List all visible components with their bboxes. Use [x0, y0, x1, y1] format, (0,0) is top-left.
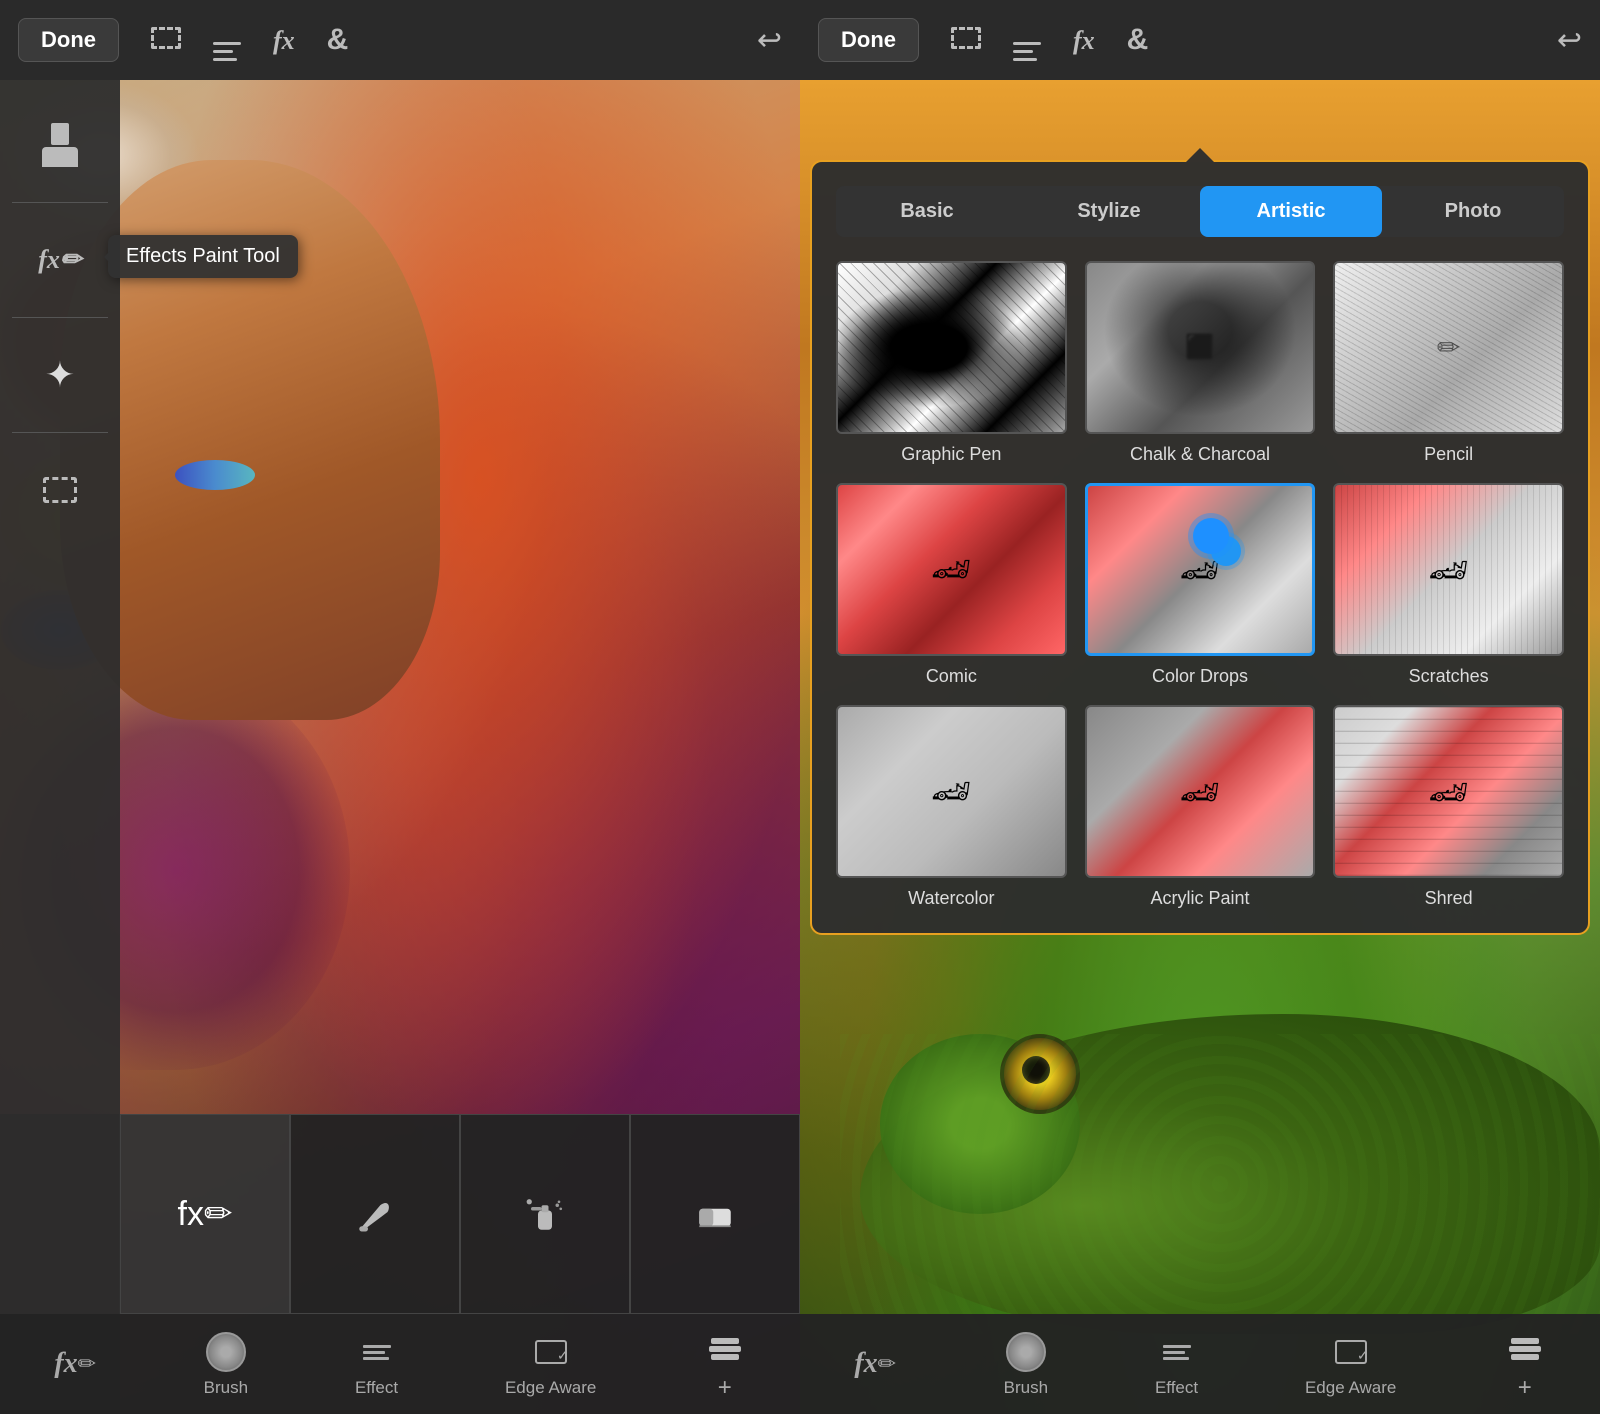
filter-thumb-shred [1333, 705, 1564, 878]
filter-thumb-chalk [1085, 261, 1316, 434]
fx-brush-icon: fx✏ [53, 1342, 97, 1386]
filter-label-scratches: Scratches [1409, 666, 1489, 687]
right-bottom-bar-edge-aware[interactable]: Edge Aware [1305, 1330, 1396, 1398]
tool-cell-spray[interactable] [460, 1114, 630, 1314]
filter-graphic-pen[interactable]: Graphic Pen [836, 261, 1067, 465]
right-done-button[interactable]: Done [818, 18, 919, 62]
bottom-bar-brush[interactable]: Brush [204, 1330, 248, 1398]
layers-icon [703, 1326, 747, 1370]
right-image-area: Basic Stylize Artistic Photo Graphic Pen [800, 80, 1600, 1414]
ampersand-icon[interactable]: & [327, 23, 349, 57]
right-brush-circle-icon [1004, 1330, 1048, 1374]
filter-thumb-acrylic [1085, 705, 1316, 878]
tool-cell-brush[interactable] [290, 1114, 460, 1314]
filter-label-pencil: Pencil [1424, 444, 1473, 465]
magic-wand-tool[interactable]: ✦ [10, 330, 110, 420]
modal-arrow [1186, 148, 1214, 162]
effects-paint-popup: Effects Paint Tool [108, 235, 298, 278]
marquee-tool[interactable] [10, 445, 110, 535]
right-toolbar: Done fx & ↩ [800, 0, 1600, 80]
right-fx-icon[interactable]: fx [1073, 24, 1095, 56]
right-adjustments-icon[interactable] [1013, 20, 1041, 61]
filter-label-watercolor: Watercolor [908, 888, 994, 909]
filter-label-acrylic: Acrylic Paint [1150, 888, 1249, 909]
right-undo-button[interactable]: ↩ [1557, 23, 1582, 58]
filter-acrylic-paint[interactable]: Acrylic Paint [1085, 705, 1316, 909]
eye-highlight [175, 460, 255, 490]
left-bottom-bar: fx✏ Brush Effect [0, 1314, 800, 1414]
tab-artistic[interactable]: Artistic [1200, 186, 1382, 237]
right-layers-icon [1503, 1326, 1547, 1370]
tab-photo[interactable]: Photo [1382, 186, 1564, 237]
filter-comic[interactable]: Comic [836, 483, 1067, 687]
filter-label-comic: Comic [926, 666, 977, 687]
bottom-tools-right: fx✏ [120, 1114, 800, 1314]
right-bottom-bar: fx✏ Brush Effect [800, 1314, 1600, 1414]
right-bottom-bar-brush[interactable]: Brush [1004, 1330, 1048, 1398]
filter-shred[interactable]: Shred [1333, 705, 1564, 909]
filter-watercolor[interactable]: Watercolor [836, 705, 1067, 909]
tab-basic[interactable]: Basic [836, 186, 1018, 237]
filter-chalk-charcoal[interactable]: Chalk & Charcoal [1085, 261, 1316, 465]
filter-thumb-watercolor [836, 705, 1067, 878]
filter-thumb-graphic-pen [836, 261, 1067, 434]
right-edge-aware-icon [1329, 1330, 1373, 1374]
bottom-bar-fx[interactable]: fx✏ [53, 1342, 97, 1386]
filter-thumb-comic [836, 483, 1067, 656]
filter-label-chalk: Chalk & Charcoal [1130, 444, 1270, 465]
right-selection-icon[interactable] [951, 24, 981, 56]
bottom-tools-panel: fx✏ [0, 1114, 800, 1314]
selection-icon[interactable] [151, 24, 181, 56]
left-sidebar: fx✏ ✦ [0, 80, 120, 1414]
bottom-bar-edge-aware[interactable]: Edge Aware [505, 1330, 596, 1398]
right-ampersand-icon[interactable]: & [1127, 23, 1149, 57]
left-toolbar: Done fx & ↩ [0, 0, 800, 80]
bottom-bar-effect[interactable]: Effect [355, 1330, 399, 1398]
filter-pencil[interactable]: Pencil [1333, 261, 1564, 465]
sidebar-divider-1 [12, 202, 108, 203]
stamp-tool[interactable] [10, 100, 110, 190]
left-panel: Done fx & ↩ [0, 0, 800, 1414]
left-image-area: fx✏ ✦ Effects Paint Tool [0, 80, 800, 1414]
adjustments-icon[interactable] [213, 20, 241, 61]
filter-thumb-pencil [1333, 261, 1564, 434]
tab-stylize[interactable]: Stylize [1018, 186, 1200, 237]
brush-circle-icon [204, 1330, 248, 1374]
filter-label-graphic-pen: Graphic Pen [901, 444, 1001, 465]
tool-cell-eraser[interactable] [630, 1114, 800, 1314]
sidebar-divider-2 [12, 317, 108, 318]
undo-button[interactable]: ↩ [757, 23, 782, 58]
right-bottom-bar-effect[interactable]: Effect [1155, 1330, 1199, 1398]
fx-icon[interactable]: fx [273, 24, 295, 56]
filter-thumb-color-drops [1085, 483, 1316, 656]
right-fx-brush-icon: fx✏ [853, 1342, 897, 1386]
effect-lines-icon [355, 1330, 399, 1374]
right-panel: Done fx & ↩ [800, 0, 1600, 1414]
tool-cell-fx-brush[interactable]: fx✏ [120, 1114, 290, 1314]
filter-thumb-scratches [1333, 483, 1564, 656]
filter-tabs: Basic Stylize Artistic Photo [836, 186, 1564, 237]
bottom-bar-layers[interactable]: + [703, 1326, 747, 1402]
filter-label-shred: Shred [1425, 888, 1473, 909]
color-drops-selection [1193, 518, 1229, 554]
right-bottom-bar-fx[interactable]: fx✏ [853, 1342, 897, 1386]
filter-modal: Basic Stylize Artistic Photo Graphic Pen [810, 160, 1590, 935]
filter-grid: Graphic Pen Chalk & Charcoal Pencil [836, 261, 1564, 909]
edge-aware-icon [529, 1330, 573, 1374]
right-bottom-bar-layers[interactable]: + [1503, 1326, 1547, 1402]
left-done-button[interactable]: Done [18, 18, 119, 62]
filter-label-color-drops: Color Drops [1152, 666, 1248, 687]
sidebar-divider-3 [12, 432, 108, 433]
chameleon-scales [840, 1034, 1600, 1334]
filter-scratches[interactable]: Scratches [1333, 483, 1564, 687]
filter-color-drops[interactable]: Color Drops [1085, 483, 1316, 687]
right-effect-lines-icon [1155, 1330, 1199, 1374]
fx-brush-tool[interactable]: fx✏ [10, 215, 110, 305]
